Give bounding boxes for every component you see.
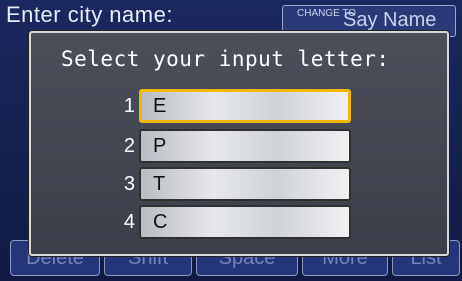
option-number: 4 [123,211,135,233]
say-name-label: Say Name [343,9,437,31]
option-number: 1 [123,95,135,117]
letter-option-p[interactable]: P [139,129,351,163]
letter-option-e[interactable]: E [139,89,351,123]
option-number: 3 [123,173,135,195]
dialog-title: Select your input letter: [61,47,390,71]
letter-option-c[interactable]: C [139,205,351,239]
option-number: 2 [123,135,135,157]
input-letter-dialog: Select your input letter: 1 E 2 P 3 T 4 … [29,31,449,256]
city-name-title: Enter city name: [6,2,173,27]
letter-option-t[interactable]: T [139,167,351,201]
